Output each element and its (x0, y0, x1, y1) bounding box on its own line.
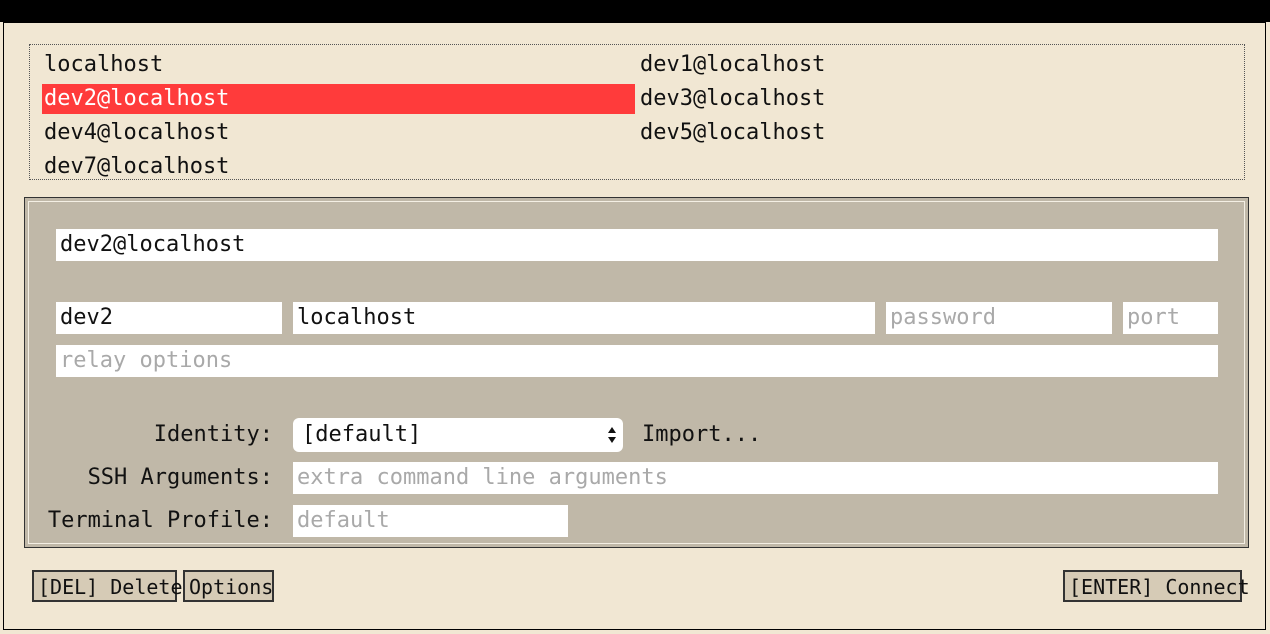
host-list-item[interactable]: dev1@localhost (638, 50, 825, 80)
password-input[interactable] (886, 302, 1112, 334)
options-button[interactable]: Options (183, 570, 274, 602)
host-list-item-selected[interactable]: dev2@localhost (42, 84, 635, 114)
identity-selected-value: [default] (302, 422, 422, 447)
host-list-item[interactable]: dev4@localhost (42, 118, 229, 148)
delete-button[interactable]: [DEL] Delete (32, 570, 183, 602)
host-list-item[interactable]: dev3@localhost (638, 84, 825, 114)
username-input[interactable] (56, 302, 282, 334)
window-title-bar (0, 0, 1270, 22)
relay-options-input[interactable] (56, 345, 1218, 377)
host-list-item[interactable]: localhost (42, 50, 163, 80)
import-identity-button[interactable]: Import... (642, 418, 761, 452)
terminal-profile-label: Terminal Profile: (47, 508, 273, 533)
host-list-item[interactable]: dev5@localhost (638, 118, 825, 148)
ssh-arguments-label: SSH Arguments: (87, 465, 273, 490)
select-arrows-icon (608, 427, 616, 443)
connection-string-input[interactable] (56, 229, 1218, 261)
identity-select[interactable]: [default] (293, 418, 623, 452)
hostname-input[interactable] (293, 302, 875, 334)
port-input[interactable] (1123, 302, 1218, 334)
ssh-arguments-input[interactable] (293, 462, 1218, 494)
connect-button[interactable]: [ENTER] Connect (1063, 570, 1250, 602)
terminal-profile-input[interactable] (293, 505, 568, 537)
identity-label: Identity: (153, 422, 273, 447)
host-list-item[interactable]: dev7@localhost (42, 152, 229, 182)
